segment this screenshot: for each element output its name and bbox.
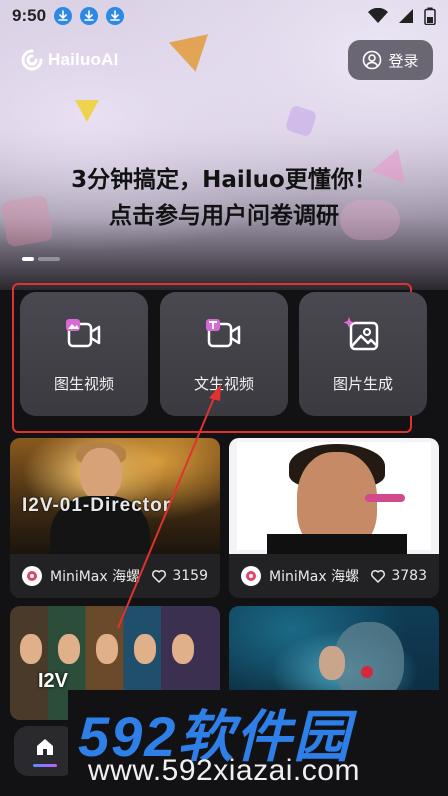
decor-triangle (75, 100, 99, 122)
watermark-url: www.592xiazai.com (88, 754, 360, 787)
pager-dot[interactable] (38, 257, 60, 261)
download-icon (80, 7, 99, 25)
video-card[interactable]: MiniMax 海螺 3783 (229, 438, 439, 598)
text-to-video-button[interactable]: 文生视频 (160, 292, 288, 416)
banner-title: 3分钟搞定，Hailuo更懂你！ 点击参与用户问卷调研 (0, 162, 448, 234)
thumbnail-caption: I2V-01-Director (22, 495, 172, 516)
feature-label: 图片生成 (332, 374, 393, 393)
pager-dot-active (22, 257, 34, 261)
feature-label: 图生视频 (53, 374, 114, 393)
status-bar: 9:50 (0, 0, 448, 32)
image-to-video-icon (66, 318, 101, 347)
card-meta: MiniMax 海螺 3783 (229, 554, 439, 598)
logo-text: HailuoAI (48, 50, 119, 69)
heart-icon (371, 569, 386, 583)
watermark: 592软件园 www.592xiazai.com (68, 690, 448, 796)
thumbnail-tag (365, 494, 405, 502)
banner-title-line: 点击参与用户问卷调研 (109, 203, 339, 229)
video-thumbnail[interactable]: I2V-01-Director (10, 438, 220, 554)
thumbnail-frame (237, 442, 431, 554)
card-meta: MiniMax 海螺 3159 (10, 554, 220, 598)
image-generate-icon (343, 316, 379, 350)
nav-home-button[interactable] (14, 726, 76, 776)
clock: 9:50 (12, 6, 47, 25)
author-name[interactable]: MiniMax 海螺 (269, 566, 359, 586)
thumbnail-figure (172, 634, 194, 664)
decor-square (284, 104, 318, 138)
active-indicator (33, 763, 57, 767)
app-logo: HailuoAI (20, 48, 119, 72)
image-generate-button[interactable]: 图片生成 (299, 292, 427, 416)
video-card[interactable]: I2V-01-Director MiniMax 海螺 3159 (10, 438, 220, 598)
banner-title-line: 3分钟搞定，Hailuo更懂你！ (71, 167, 377, 193)
thumbnail-figure (96, 634, 118, 664)
author-avatar[interactable] (241, 566, 261, 586)
banner-pager (22, 257, 60, 261)
thumbnail-figure (80, 448, 122, 500)
author-name[interactable]: MiniMax 海螺 (50, 566, 140, 586)
login-button[interactable]: 登录 (348, 40, 433, 80)
thumbnail-figure (134, 634, 156, 664)
thumbnail-figure (20, 634, 42, 664)
battery-icon (424, 7, 436, 25)
like-count: 3159 (172, 568, 208, 584)
like-counter[interactable]: 3783 (370, 568, 427, 584)
like-counter[interactable]: 3159 (151, 568, 208, 584)
thumbnail-figure (319, 646, 345, 680)
wifi-icon (368, 8, 388, 23)
image-to-video-button[interactable]: 图生视频 (20, 292, 148, 416)
decor-triangle (168, 34, 216, 76)
cellular-icon (399, 9, 413, 23)
hailuo-logo-icon (21, 49, 43, 71)
thumbnail-figure (361, 666, 373, 678)
thumbnail-caption: I2V (38, 670, 69, 692)
home-icon (37, 738, 53, 755)
thumbnail-figure (267, 534, 407, 554)
user-icon (363, 50, 382, 70)
banner[interactable]: 9:50 HailuoAI 登录 3分钟搞定，Hailuo更懂你！ 点击参与用户… (0, 0, 448, 290)
feature-label: 文生视频 (193, 374, 254, 393)
video-thumbnail[interactable] (229, 438, 439, 554)
like-count: 3783 (391, 568, 427, 584)
download-icon (106, 7, 125, 25)
heart-icon (152, 569, 167, 583)
login-label: 登录 (388, 51, 419, 70)
download-icon (54, 7, 73, 25)
thumbnail-figure (58, 634, 80, 664)
text-to-video-icon (206, 318, 241, 347)
author-avatar[interactable] (22, 566, 42, 586)
